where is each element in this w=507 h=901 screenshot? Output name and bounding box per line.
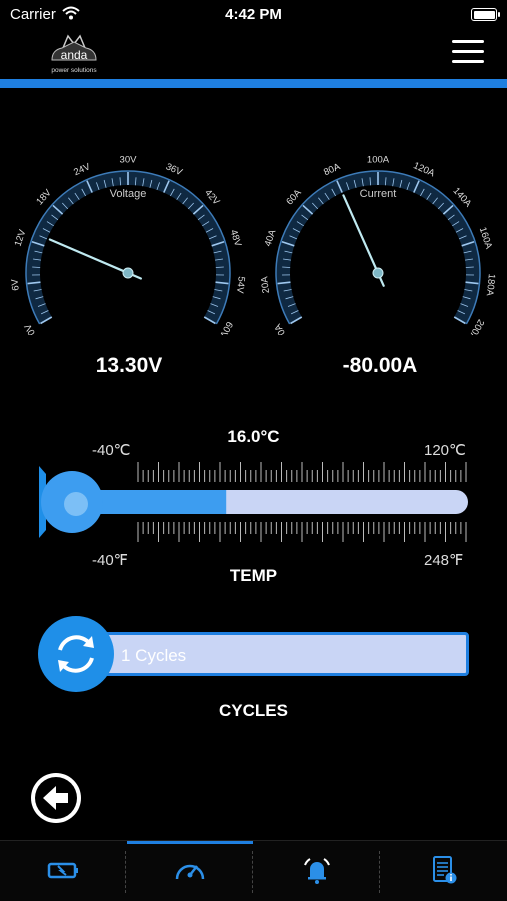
voltage-tick-label: 60V — [217, 319, 235, 335]
current-tick — [282, 267, 290, 268]
thermo-bulb-highlight — [64, 492, 88, 516]
logo-tagline: power solutions — [51, 67, 97, 74]
voltage-tick-label: 42V — [202, 187, 222, 207]
current-gauge: 0A20A40A60A80A100A120A140A160A180A200ACu… — [260, 150, 500, 335]
tab-separator — [252, 851, 253, 893]
cycles-badge — [38, 616, 114, 692]
current-hub — [373, 268, 383, 278]
voltage-tick-label: 0V — [22, 321, 38, 335]
temp-caption: TEMP — [0, 566, 507, 586]
current-tick-label: 60A — [284, 187, 304, 207]
tab-info[interactable] — [381, 841, 507, 901]
current-tick-label: 20A — [260, 275, 272, 294]
celsius-min-label: -40℃ — [92, 441, 131, 459]
voltage-title: Voltage — [110, 188, 147, 200]
current-tick-label: 80A — [322, 161, 343, 178]
voltage-tick-label: 54V — [234, 276, 247, 295]
current-tick-label: 40A — [263, 228, 279, 248]
menu-line — [452, 40, 484, 43]
hamburger-menu-button[interactable] — [452, 40, 484, 64]
voltage-tick-label: 36V — [164, 161, 185, 178]
voltage-tick-label: 30V — [120, 155, 138, 166]
speedometer-icon — [173, 855, 207, 885]
thermo-fill — [96, 490, 226, 514]
voltage-tick-label: 24V — [72, 161, 93, 178]
tab-separator — [379, 851, 380, 893]
current-tick-label: 160A — [477, 226, 495, 251]
tab-battery[interactable] — [0, 841, 126, 901]
current-tick — [466, 267, 474, 268]
voltage-tick-label: 18V — [34, 187, 54, 207]
tab-alarms[interactable] — [254, 841, 380, 901]
current-tick-label: 180A — [484, 273, 497, 297]
battery-status-icon — [471, 8, 497, 21]
voltage-gauge: 0V 6V 12V 18V 24V 30V 36V 42V 48V 54V 60V Voltage — [10, 150, 250, 335]
tab-separator — [125, 851, 126, 893]
cycles-bar: 1 Cycles — [100, 632, 469, 676]
anda-logo: anda power solutions — [46, 30, 102, 78]
menu-line — [452, 50, 484, 53]
current-tick-label: 100A — [367, 155, 390, 166]
voltage-tick-label: 6V — [10, 278, 22, 291]
bottom-tab-bar — [0, 840, 507, 901]
voltage-readout: 13.30V — [29, 354, 229, 378]
alarm-bell-icon — [300, 855, 334, 885]
back-arrow-icon — [31, 773, 81, 823]
cycles-value: 1 Cycles — [121, 646, 186, 666]
voltage-tick-label: 48V — [228, 228, 244, 248]
current-tick-label: 120A — [412, 160, 437, 179]
thermometer — [34, 462, 474, 542]
tab-dashboard[interactable] — [127, 841, 253, 901]
menu-line — [452, 60, 484, 63]
back-button[interactable] — [31, 773, 81, 823]
current-title: Current — [360, 188, 397, 200]
refresh-cycle-icon — [38, 616, 114, 692]
cycles-caption: CYCLES — [0, 701, 507, 721]
voltage-tick-label: 12V — [13, 228, 29, 248]
current-readout: -80.00A — [280, 354, 480, 378]
status-bar: Carrier 4:42 PM — [0, 0, 507, 28]
document-info-icon — [427, 855, 461, 885]
voltage-tick — [32, 267, 40, 268]
voltage-hub — [123, 268, 133, 278]
voltage-tick — [216, 267, 224, 268]
celsius-max-label: 120℃ — [424, 441, 466, 459]
clock: 4:42 PM — [0, 6, 507, 23]
logo-brand: anda — [61, 48, 88, 62]
battery-icon — [46, 855, 80, 885]
header-divider — [0, 79, 507, 88]
current-tick-label: 0A — [272, 321, 288, 335]
